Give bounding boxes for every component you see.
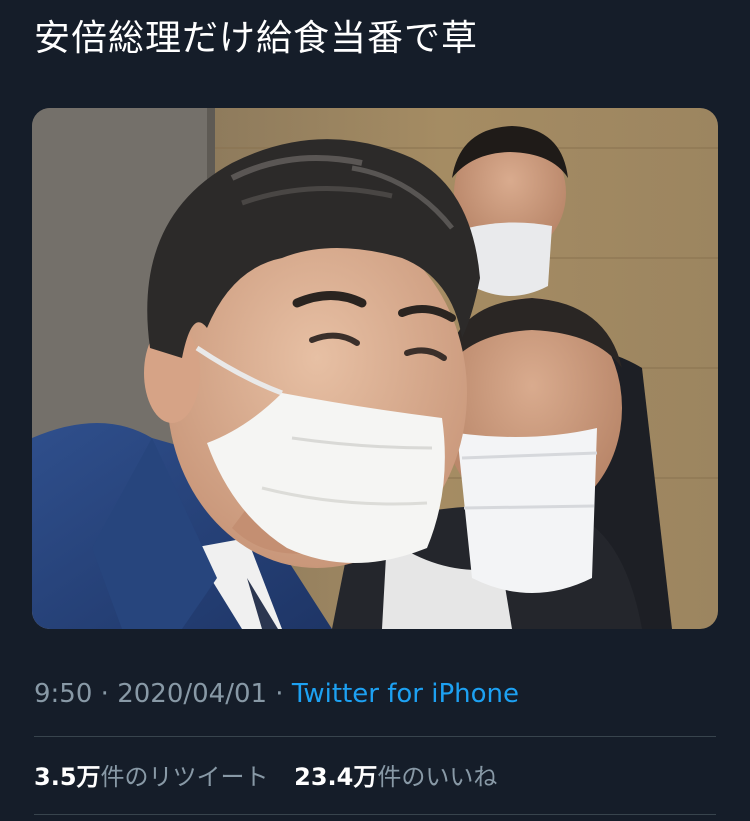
meta-separator: · (267, 679, 292, 709)
tweet-detail: 安倍総理だけ給食当番で草 9:50 · 2020/04/01 · Twitter… (0, 0, 750, 821)
like-count: 23.4万 (294, 763, 378, 791)
tweet-meta: 9:50 · 2020/04/01 · Twitter for iPhone (34, 674, 519, 714)
photo-image (32, 108, 718, 629)
retweet-count: 3.5万 (34, 763, 101, 791)
like-label: 件のいいね (377, 763, 498, 791)
tweet-date: 2020/04/01 (117, 679, 268, 709)
tweet-source-link[interactable]: Twitter for iPhone (292, 679, 519, 709)
meta-separator: · (92, 679, 118, 709)
divider (34, 736, 716, 737)
tweet-stats: 3.5万件のリツイート 23.4万件のいいね (34, 757, 515, 797)
divider (34, 814, 716, 815)
likes-stat[interactable]: 23.4万件のいいね (294, 763, 497, 791)
tweet-photo[interactable] (32, 108, 718, 629)
tweet-text: 安倍総理だけ給食当番で草 (34, 18, 479, 59)
tweet-time: 9:50 (34, 679, 93, 709)
retweet-label: 件のリツイート (100, 763, 269, 791)
retweets-stat[interactable]: 3.5万件のリツイート (34, 763, 269, 791)
